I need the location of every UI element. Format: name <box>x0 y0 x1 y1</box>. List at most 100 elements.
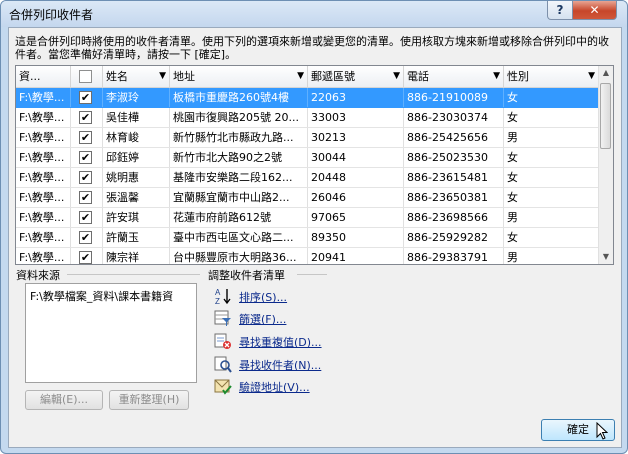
chevron-down-icon[interactable]: ▼ <box>297 66 304 87</box>
help-button[interactable]: ? <box>547 1 573 20</box>
row-source-cell: F:\教學... <box>16 188 71 207</box>
row-name-cell: 邱鈺婷 <box>103 148 170 167</box>
instructions-text: 這是合併列印時將使用的收件者清單。使用下列的選項來新增或變更您的清單。使用核取方… <box>15 35 609 61</box>
row-gender-cell: 男 <box>504 248 599 264</box>
row-phone-cell: 886-25929282 <box>404 228 504 247</box>
row-gender-cell: 女 <box>504 188 599 207</box>
row-checkbox-cell: ✔ <box>71 168 103 187</box>
row-name-cell: 張溫馨 <box>103 188 170 207</box>
mail-merge-recipients-dialog: 合併列印收件者 ? ✕ 這是合併列印時將使用的收件者清單。使用下列的選項來新增或… <box>0 0 628 454</box>
column-header-address[interactable]: 地址 ▼ <box>170 66 308 87</box>
row-zip-cell: 89350 <box>308 228 404 247</box>
column-header-gender[interactable]: 性別 ▼ <box>504 66 599 87</box>
row-address-cell: 板橋市重慶路260號4樓 <box>170 88 308 107</box>
row-checkbox[interactable]: ✔ <box>79 211 92 224</box>
table-row[interactable]: F:\教學... ✔ 許蘭玉 臺中市西屯區文心路二... 89350 886-259292… <box>16 228 599 248</box>
row-checkbox[interactable]: ✔ <box>79 231 92 244</box>
row-address-cell: 新竹市北大路90之2號 <box>170 148 308 167</box>
refine-list-label: 調整收件者清單 <box>208 269 285 282</box>
row-checkbox[interactable]: ✔ <box>79 91 92 104</box>
data-source-label: 資料來源 <box>16 269 60 282</box>
row-address-cell: 花蓮市府前路612號 <box>170 208 308 227</box>
table-row[interactable]: F:\教學... ✔ 李淑玲 板橋市重慶路260號4樓 22063 886-2191008… <box>16 88 599 108</box>
row-phone-cell: 886-23615481 <box>404 168 504 187</box>
row-source-cell: F:\教學... <box>16 228 71 247</box>
chevron-down-icon[interactable]: ▼ <box>159 66 166 87</box>
divider <box>67 274 200 275</box>
row-checkbox[interactable]: ✔ <box>79 151 92 164</box>
row-phone-cell: 886-23698566 <box>404 208 504 227</box>
vertical-scrollbar[interactable]: ▲ ▼ <box>598 66 613 264</box>
row-phone-cell: 886-23650381 <box>404 188 504 207</box>
mouse-cursor-icon <box>596 422 608 440</box>
row-source-cell: F:\教學... <box>16 88 71 107</box>
validate-address-icon <box>214 379 232 395</box>
row-checkbox[interactable]: ✔ <box>79 171 92 184</box>
row-name-cell: 林育峻 <box>103 128 170 147</box>
scroll-up-icon[interactable]: ▲ <box>599 66 613 80</box>
scroll-down-icon[interactable]: ▼ <box>599 250 613 264</box>
row-zip-cell: 30213 <box>308 128 404 147</box>
refresh-button[interactable]: 重新整理(H) <box>109 390 189 410</box>
row-checkbox-cell: ✔ <box>71 148 103 167</box>
row-checkbox[interactable]: ✔ <box>79 191 92 204</box>
row-checkbox-cell: ✔ <box>71 208 103 227</box>
table-row[interactable]: F:\教學... ✔ 張溫馨 宜蘭縣宜蘭市中山路2... 26046 886-236503… <box>16 188 599 208</box>
edit-button[interactable]: 編輯(E)... <box>25 390 103 410</box>
row-checkbox-cell: ✔ <box>71 128 103 147</box>
row-gender-cell: 女 <box>504 108 599 127</box>
row-source-cell: F:\教學... <box>16 128 71 147</box>
row-name-cell: 陳宗祥 <box>103 248 170 264</box>
table-row[interactable]: F:\教學... ✔ 邱鈺婷 新竹市北大路90之2號 30044 886-25023530… <box>16 148 599 168</box>
divider <box>297 274 327 275</box>
row-name-cell: 許安琪 <box>103 208 170 227</box>
recipient-list-header: 資... 姓名 ▼ 地址 ▼ 郵遞區號 ▼ 電話 ▼ 性別 ▼ <box>16 66 599 88</box>
row-address-cell: 台中縣豐原市大明路36... <box>170 248 308 264</box>
chevron-down-icon[interactable]: ▼ <box>588 66 595 87</box>
row-source-cell: F:\教學... <box>16 108 71 127</box>
row-source-cell: F:\教學... <box>16 248 71 264</box>
row-checkbox[interactable]: ✔ <box>79 111 92 124</box>
row-checkbox-cell: ✔ <box>71 108 103 127</box>
row-gender-cell: 女 <box>504 168 599 187</box>
column-header-source[interactable]: 資... <box>16 66 71 87</box>
row-checkbox[interactable]: ✔ <box>79 251 92 264</box>
table-row[interactable]: F:\教學... ✔ 姚明惠 基隆市安樂路二段162... 20448 886-23615… <box>16 168 599 188</box>
row-phone-cell: 886-25023530 <box>404 148 504 167</box>
column-header-phone[interactable]: 電話 ▼ <box>404 66 504 87</box>
row-zip-cell: 22063 <box>308 88 404 107</box>
close-button[interactable]: ✕ <box>572 1 617 20</box>
chevron-down-icon[interactable]: ▼ <box>393 66 400 87</box>
row-checkbox-cell: ✔ <box>71 248 103 264</box>
row-address-cell: 臺中市西屯區文心路二... <box>170 228 308 247</box>
row-zip-cell: 20941 <box>308 248 404 264</box>
row-phone-cell: 886-29383791 <box>404 248 504 264</box>
table-row[interactable]: F:\教學... ✔ 吳佳樺 桃園市復興路205號 20... 33003 886-230… <box>16 108 599 128</box>
row-phone-cell: 886-23030374 <box>404 108 504 127</box>
row-checkbox-cell: ✔ <box>71 188 103 207</box>
data-source-item[interactable]: F:\教學檔案_資料\課本書籍資 <box>30 290 173 303</box>
row-name-cell: 許蘭玉 <box>103 228 170 247</box>
table-row[interactable]: F:\教學... ✔ 陳宗祥 台中縣豐原市大明路36... 20941 886-29383… <box>16 248 599 264</box>
title-bar: 合併列印收件者 ? ✕ <box>1 1 627 27</box>
select-all-checkbox[interactable] <box>79 70 92 83</box>
row-address-cell: 新竹縣竹北市縣政九路... <box>170 128 308 147</box>
row-phone-cell: 886-25425656 <box>404 128 504 147</box>
table-row[interactable]: F:\教學... ✔ 許安琪 花蓮市府前路612號 97065 886-23698566 男 <box>16 208 599 228</box>
row-zip-cell: 20448 <box>308 168 404 187</box>
column-header-name[interactable]: 姓名 ▼ <box>103 66 170 87</box>
row-source-cell: F:\教學... <box>16 168 71 187</box>
recipient-list: 資... 姓名 ▼ 地址 ▼ 郵遞區號 ▼ 電話 ▼ 性別 ▼ F:\教學... ✔ 李淑玲板… <box>15 65 614 265</box>
data-source-list[interactable]: F:\教學檔案_資料\課本書籍資 <box>25 283 197 383</box>
table-row[interactable]: F:\教學... ✔ 林育峻 新竹縣竹北市縣政九路... 30213 886-254256… <box>16 128 599 148</box>
column-header-checkbox[interactable] <box>71 66 103 87</box>
row-gender-cell: 女 <box>504 228 599 247</box>
row-checkbox[interactable]: ✔ <box>79 131 92 144</box>
dialog-body: 這是合併列印時將使用的收件者清單。使用下列的選項來新增或變更您的清單。使用核取方… <box>8 27 622 448</box>
row-phone-cell: 886-21910089 <box>404 88 504 107</box>
scroll-thumb[interactable] <box>600 83 611 149</box>
chevron-down-icon[interactable]: ▼ <box>493 66 500 87</box>
row-address-cell: 宜蘭縣宜蘭市中山路2... <box>170 188 308 207</box>
column-header-zip[interactable]: 郵遞區號 ▼ <box>308 66 404 87</box>
find-recipient-icon <box>214 356 232 373</box>
